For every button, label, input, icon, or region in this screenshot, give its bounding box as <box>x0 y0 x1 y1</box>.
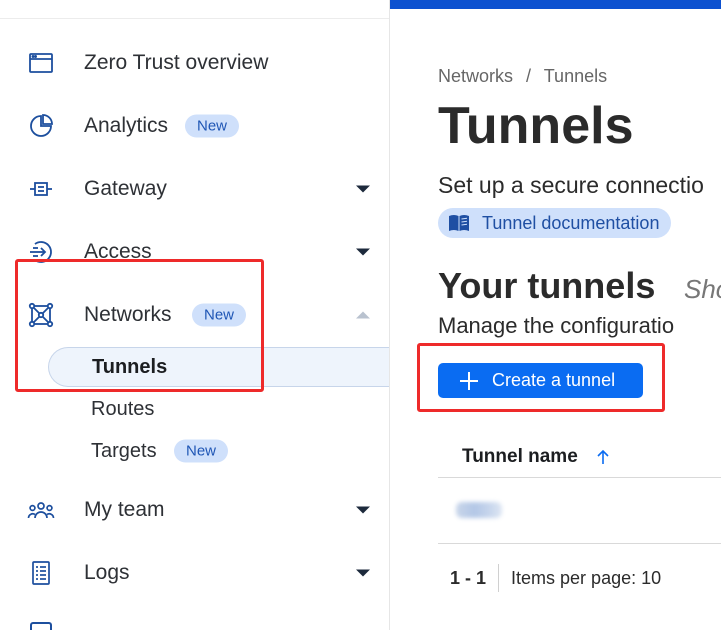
sidebar-item-label: Analytics <box>84 114 169 137</box>
chevron-down-icon[interactable] <box>356 185 370 193</box>
sidebar-item-networks[interactable]: Networks New <box>0 290 389 340</box>
sidebar-item-analytics[interactable]: Analytics New <box>0 101 389 151</box>
tunnel-documentation-link[interactable]: Tunnel documentation <box>438 208 672 238</box>
sidebar-subitem-routes[interactable]: Routes <box>48 389 389 429</box>
items-per-page-select[interactable]: Items per page: 10 <box>511 568 661 589</box>
pie-chart-icon <box>26 111 56 141</box>
logs-document-icon <box>26 558 56 588</box>
chevron-down-icon[interactable] <box>356 569 370 577</box>
section-description: Manage the configuratio <box>438 313 675 338</box>
sort-ascending-icon[interactable] <box>595 448 611 466</box>
new-badge: New <box>185 114 240 138</box>
sidebar-subitem-targets[interactable]: Targets New <box>48 431 389 471</box>
tunnel-name-redacted[interactable] <box>456 502 502 518</box>
breadcrumb: Networks / Tunnels <box>438 66 615 87</box>
team-people-icon <box>26 495 56 525</box>
new-badge: New <box>174 439 229 463</box>
create-tunnel-button[interactable]: Create a tunnel <box>438 363 643 398</box>
casb-icon <box>30 622 52 630</box>
sidebar-item-label: Networks <box>84 303 172 326</box>
tunnel-documentation-label: Tunnel documentation <box>482 212 660 233</box>
sidebar-item-my-team[interactable]: My team <box>0 485 389 535</box>
chevron-up-icon[interactable] <box>356 311 370 319</box>
breadcrumb-current: Tunnels <box>543 66 608 86</box>
network-mesh-icon <box>26 300 56 330</box>
sidebar-item-gateway[interactable]: Gateway <box>0 164 389 214</box>
breadcrumb-networks-link[interactable]: Networks <box>438 66 513 86</box>
sidebar-item-label: My team <box>84 498 165 521</box>
sidebar: Zero Trust overview Analytics New Gatewa… <box>0 0 390 630</box>
browser-window-icon <box>26 48 56 78</box>
pagination-divider <box>498 564 500 592</box>
top-accent-bar <box>390 0 721 9</box>
sidebar-item-access[interactable]: Access <box>0 227 389 277</box>
access-arrow-icon <box>26 237 56 267</box>
book-icon <box>449 215 469 231</box>
sidebar-item-label: Gateway <box>84 177 167 200</box>
new-badge: New <box>192 303 247 327</box>
breadcrumb-separator: / <box>526 66 532 86</box>
gateway-icon <box>26 174 56 204</box>
sidebar-subitem-label: Routes <box>91 397 155 420</box>
table-row[interactable] <box>438 478 721 544</box>
pagination: 1 - 1 Items per page: 10 <box>438 560 661 596</box>
chevron-down-icon[interactable] <box>356 248 370 256</box>
plus-icon <box>460 371 478 390</box>
sidebar-item-label: Logs <box>84 561 130 584</box>
sidebar-divider <box>0 18 389 19</box>
sidebar-subitem-tunnels[interactable]: Tunnels <box>48 347 389 387</box>
table-header: Tunnel name <box>438 440 721 478</box>
sidebar-item-label: Zero Trust overview <box>84 51 269 74</box>
page-range: 1 - 1 <box>450 567 487 588</box>
sidebar-item-label: Access <box>84 240 152 263</box>
page-title: Tunnels <box>438 97 634 155</box>
page-subtitle: Set up a secure connectio <box>438 172 704 198</box>
create-tunnel-label: Create a tunnel <box>492 370 616 390</box>
sidebar-item-logs[interactable]: Logs <box>0 548 389 598</box>
sidebar-item-zero-trust-overview[interactable]: Zero Trust overview <box>0 38 389 88</box>
column-header-tunnel-name[interactable]: Tunnel name <box>462 446 578 468</box>
section-title: Your tunnels <box>438 265 656 306</box>
section-aside-text: Sho <box>684 274 721 304</box>
sidebar-subitem-label: Targets <box>91 439 157 462</box>
chevron-down-icon[interactable] <box>356 506 370 514</box>
sidebar-subitem-label: Tunnels <box>92 355 168 378</box>
